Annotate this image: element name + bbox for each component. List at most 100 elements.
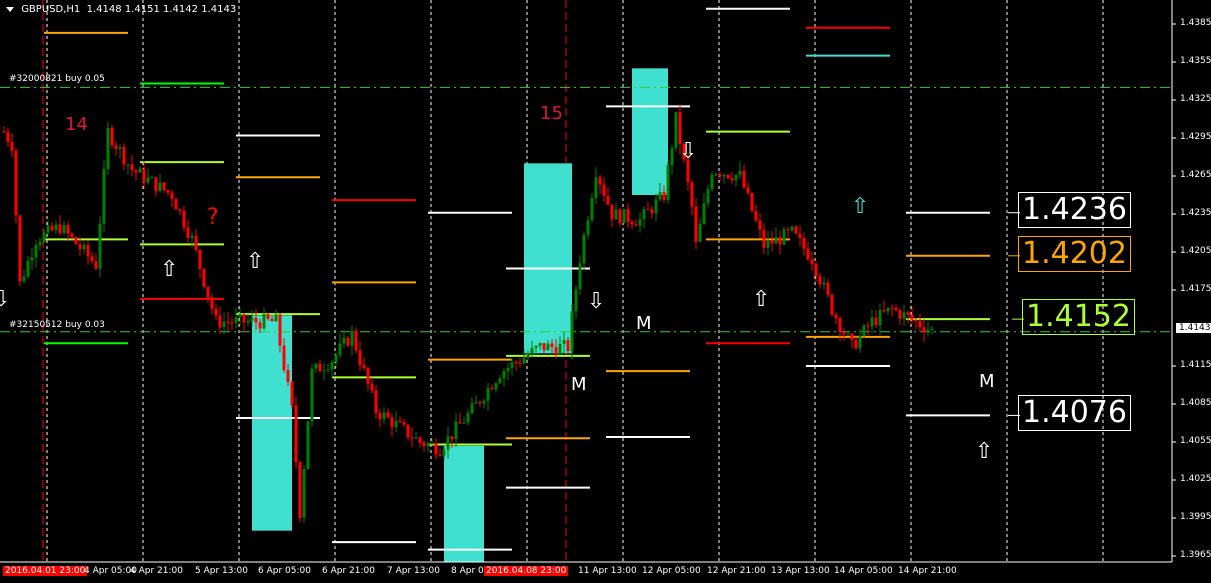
candle-body — [290, 381, 294, 406]
candle-body — [858, 335, 862, 349]
order-label-1[interactable]: #32000821 buy 0.05 — [9, 74, 105, 84]
candle-body — [22, 276, 26, 282]
candle-body — [58, 224, 62, 234]
candle-body — [122, 147, 126, 165]
candle-body — [546, 343, 550, 351]
candle-body — [902, 312, 906, 319]
candle-body — [50, 225, 54, 231]
candle-body — [790, 226, 794, 231]
candle-body — [102, 168, 106, 224]
m-label: M — [979, 371, 995, 392]
candle-body — [2, 131, 6, 133]
candle-body — [150, 177, 154, 179]
candle-body — [18, 215, 22, 282]
candle-body — [206, 286, 210, 298]
candle-body — [914, 319, 918, 321]
candle-body — [94, 261, 98, 269]
candle-body — [530, 347, 534, 355]
dropdown-triangle-icon[interactable] — [6, 6, 14, 12]
candle-body — [658, 192, 662, 200]
price-tick: 1.3995 — [1180, 512, 1211, 522]
candle-body — [434, 443, 438, 455]
level-label-support: 1.4076 — [1018, 395, 1131, 431]
candle-body — [330, 362, 334, 370]
candle-body — [430, 443, 434, 445]
candle-body — [454, 421, 458, 440]
candle-body — [886, 307, 890, 312]
candle-body — [26, 260, 30, 277]
candle-body — [846, 333, 850, 335]
candle-body — [70, 233, 74, 238]
candle-body — [358, 350, 362, 365]
price-chart[interactable] — [0, 0, 1211, 583]
candle-body — [490, 388, 494, 390]
candle-body — [898, 310, 902, 319]
candle-body — [698, 223, 702, 242]
candle-body — [494, 383, 498, 390]
candle-body — [402, 422, 406, 425]
candle-body — [90, 256, 94, 262]
up-arrow-icon: ⇧ — [851, 194, 870, 219]
candle-body — [302, 469, 306, 518]
candle-body — [326, 369, 330, 371]
m-label: M — [636, 313, 652, 334]
candle-body — [146, 177, 150, 183]
order-label-2[interactable]: #32150512 buy 0.03 — [9, 320, 105, 330]
candle-body — [574, 289, 578, 312]
price-tick: 1.4385 — [1180, 18, 1211, 28]
candle-body — [338, 343, 342, 355]
candle-body — [918, 320, 922, 328]
current-price-marker: 1.4143 — [1176, 323, 1211, 333]
down-arrow-icon: ⇩ — [679, 139, 698, 164]
time-tick: 14 Apr 21:00 — [898, 566, 957, 576]
candle-body — [214, 308, 218, 316]
candle-body — [86, 245, 90, 257]
candle-body — [734, 174, 738, 181]
candle-body — [650, 209, 654, 214]
candle-body — [662, 192, 666, 200]
candle-body — [234, 317, 238, 323]
candle-body — [78, 244, 82, 250]
candle-body — [654, 199, 658, 214]
candle-body — [822, 282, 826, 285]
candle-body — [798, 233, 802, 238]
candle-body — [842, 331, 846, 334]
zone-box — [252, 315, 292, 531]
candle-body — [758, 220, 762, 230]
price-tick: 1.4325 — [1180, 94, 1211, 104]
chart-window[interactable]: GBPUSD,H1 1.4148 1.4151 1.4142 1.4143 #3… — [0, 0, 1211, 583]
candle-body — [186, 227, 190, 238]
candle-body — [738, 170, 742, 175]
candle-body — [178, 209, 182, 211]
price-tick: 1.4085 — [1180, 398, 1211, 408]
count-label: 15 — [540, 103, 563, 124]
candle-body — [422, 442, 426, 447]
candle-body — [542, 343, 546, 351]
zone-box — [444, 445, 484, 563]
candle-body — [266, 314, 270, 319]
chart-title[interactable]: GBPUSD,H1 1.4148 1.4151 1.4142 1.4143 — [6, 4, 236, 15]
time-tick: 6 Apr 21:00 — [322, 566, 375, 576]
candle-body — [774, 237, 778, 244]
candle-body — [386, 412, 390, 418]
candle-body — [194, 235, 198, 250]
candle-body — [666, 165, 670, 200]
candle-body — [314, 363, 318, 369]
candle-body — [866, 325, 870, 327]
candle-body — [622, 209, 626, 224]
candle-body — [418, 437, 422, 443]
candle-body — [810, 259, 814, 264]
candle-body — [870, 317, 874, 327]
candle-body — [270, 318, 274, 322]
up-arrow-icon: ⇧ — [246, 249, 265, 274]
candle-body — [502, 371, 506, 379]
low-value: 1.4142 — [163, 4, 198, 15]
candle-body — [310, 368, 314, 422]
time-tick: 6 Apr 05:00 — [258, 566, 311, 576]
candle-body — [182, 210, 186, 228]
candle-body — [230, 322, 234, 324]
candle-body — [582, 234, 586, 264]
candle-body — [394, 420, 398, 428]
candle-body — [634, 224, 638, 226]
candle-body — [906, 312, 910, 315]
